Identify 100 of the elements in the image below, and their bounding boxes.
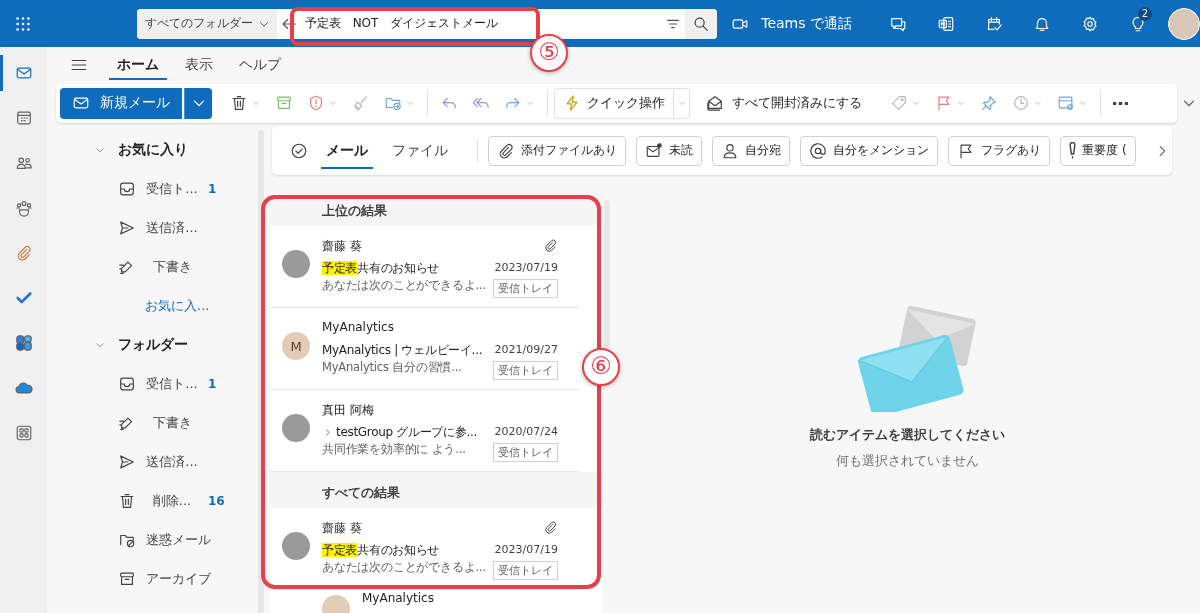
preview-text: あなたは次のことができるよ... — [322, 560, 487, 576]
message-date: 2023/07/19 — [494, 260, 558, 276]
folder-group-header[interactable]: フォルダー — [60, 325, 256, 364]
pin-icon — [980, 94, 998, 112]
mark-all-read-button[interactable]: すべて開封済みにする — [700, 87, 868, 119]
subject-line: MyAnalytics | ウェルビーイ... — [322, 341, 483, 359]
folder-item[interactable]: 受信ト... 1 — [60, 169, 256, 208]
avatar-photo-placeholder — [282, 250, 310, 278]
filter-tab[interactable]: ファイル — [387, 132, 454, 169]
people-icon — [14, 154, 33, 172]
shield-icon — [307, 94, 325, 112]
new-mail-dropdown[interactable] — [184, 87, 212, 119]
message-item[interactable]: M MyAnalytics MyAnalytics | ウェルビーイ... MyAnalytics 自分の習慣... 2021/09/27 受信トレイ — [270, 308, 580, 390]
folder-tag: 受信トレイ — [493, 361, 558, 380]
envelope-dot-icon — [645, 141, 664, 160]
filter-chip[interactable]: 添付ファイルあり — [488, 135, 627, 166]
folder-name: 迷惑メール — [146, 530, 211, 549]
archive-icon — [275, 94, 293, 112]
avatar-photo-placeholder — [282, 532, 310, 560]
exclamation-icon — [1069, 142, 1077, 159]
ribbon-tab[interactable]: 表示 — [177, 50, 221, 80]
unread-count: 1 — [208, 376, 217, 391]
sender-name: 真田 阿梅 — [322, 402, 375, 419]
folder-name: 下書き — [151, 413, 193, 432]
filter-chip[interactable]: フラグあり — [948, 135, 1051, 166]
folder-name: 受信ト... — [146, 179, 198, 198]
paperclip-icon — [497, 141, 516, 160]
sender-name: 齋藤 葵 — [322, 238, 363, 255]
folder-name: アーカイブ — [146, 569, 211, 588]
folder-item[interactable]: 送信済... — [60, 442, 256, 481]
circle-check-icon — [289, 141, 308, 160]
folder-scope-dropdown[interactable]: すべてのフォルダー — [136, 8, 277, 39]
trash-icon — [230, 94, 248, 112]
folder-item[interactable]: 下書き — [60, 403, 256, 442]
chevron-down-icon — [405, 98, 415, 108]
app-logo-icon — [14, 334, 33, 352]
message-date: 2021/09/27 — [494, 342, 558, 358]
tag-icon — [890, 94, 908, 112]
tips-button[interactable]: 2 — [1114, 3, 1162, 44]
scrollbar[interactable] — [604, 200, 610, 350]
clock-icon — [1012, 94, 1030, 112]
calendar-check-icon — [985, 14, 1003, 33]
folder-item[interactable]: 迷惑メール — [60, 520, 256, 559]
folder-tag: 受信トレイ — [493, 443, 558, 462]
chevron-down-icon — [1033, 98, 1043, 108]
avatar-photo-placeholder — [282, 414, 310, 442]
more-icon — [1113, 101, 1128, 105]
subject-line: testGroup グループに参... — [336, 423, 478, 441]
folder-item[interactable]: アーカイブ — [60, 559, 256, 598]
message-date: 2023/07/19 — [494, 542, 558, 558]
search-button[interactable] — [685, 8, 718, 39]
preview-text: あなたは次のことができるよ... — [322, 278, 487, 294]
chevron-down-icon — [525, 98, 535, 108]
filter-chip[interactable]: 自分宛 — [712, 135, 791, 166]
waffle-icon — [14, 14, 33, 33]
filter-tab[interactable]: メール — [321, 132, 374, 169]
profile-avatar[interactable] — [1168, 7, 1200, 40]
chevron-down-icon — [956, 98, 966, 108]
unread-count: 1 — [208, 181, 217, 196]
apps-icon — [14, 424, 33, 442]
paperclip-icon — [543, 238, 558, 253]
teams-call-button[interactable]: Teams で通話 — [731, 14, 852, 33]
rules-icon — [1057, 94, 1075, 112]
add-favorite-link[interactable]: お気に入... — [60, 286, 256, 325]
search-field[interactable]: すべてのフォルダー 予定表 NOT ダイジェストメール — [136, 8, 718, 39]
filter-chip[interactable]: 自分をメンション — [800, 135, 939, 166]
flag-icon — [935, 94, 953, 112]
chevron-down-icon — [1078, 98, 1088, 108]
unread-count: 16 — [208, 493, 225, 508]
empty-state-text: 何も選択されていません — [835, 452, 979, 470]
ribbon-tab[interactable]: ホーム — [109, 50, 167, 80]
calendar-icon — [14, 109, 33, 127]
folder-item[interactable]: 削除... 16 — [60, 481, 256, 520]
chevron-down-icon — [676, 98, 687, 108]
preview-text: MyAnalytics 自分の習慣... — [322, 360, 463, 376]
scrollbar[interactable] — [258, 130, 264, 613]
new-mail-button[interactable]: 新規メール — [60, 87, 182, 119]
trash-icon — [118, 491, 136, 510]
paperclip-icon — [543, 520, 558, 535]
chevron-down-icon — [328, 98, 338, 108]
message-item[interactable]: MyAnalytics — [270, 590, 580, 613]
mail-icon — [14, 64, 33, 82]
preview-text: 共同作業を効率的に よう... — [322, 442, 467, 458]
settings-icon — [1081, 14, 1099, 33]
group-icon — [14, 199, 33, 217]
sender-name: MyAnalytics — [362, 591, 435, 607]
avatar-initial: M — [282, 332, 310, 360]
filter-chip[interactable]: 未読 — [636, 135, 703, 166]
folder-tag: 受信トレイ — [493, 561, 558, 580]
folder-item[interactable]: 下書き — [60, 247, 256, 286]
chevron-down-icon — [911, 98, 921, 108]
folder-name: 送信済... — [146, 218, 198, 237]
folder-name: 下書き — [151, 257, 193, 276]
notebook-icon — [937, 14, 955, 33]
folder-item[interactable]: 送信済... — [60, 208, 256, 247]
folder-group-header[interactable]: お気に入り — [60, 130, 256, 169]
empty-state-title: 読むアイテムを選択してください — [809, 426, 1005, 444]
folder-item[interactable]: 受信ト... 1 — [60, 364, 256, 403]
filter-chip[interactable]: 重要度 ( — [1060, 135, 1136, 166]
ribbon-tab[interactable]: ヘルプ — [231, 50, 289, 80]
